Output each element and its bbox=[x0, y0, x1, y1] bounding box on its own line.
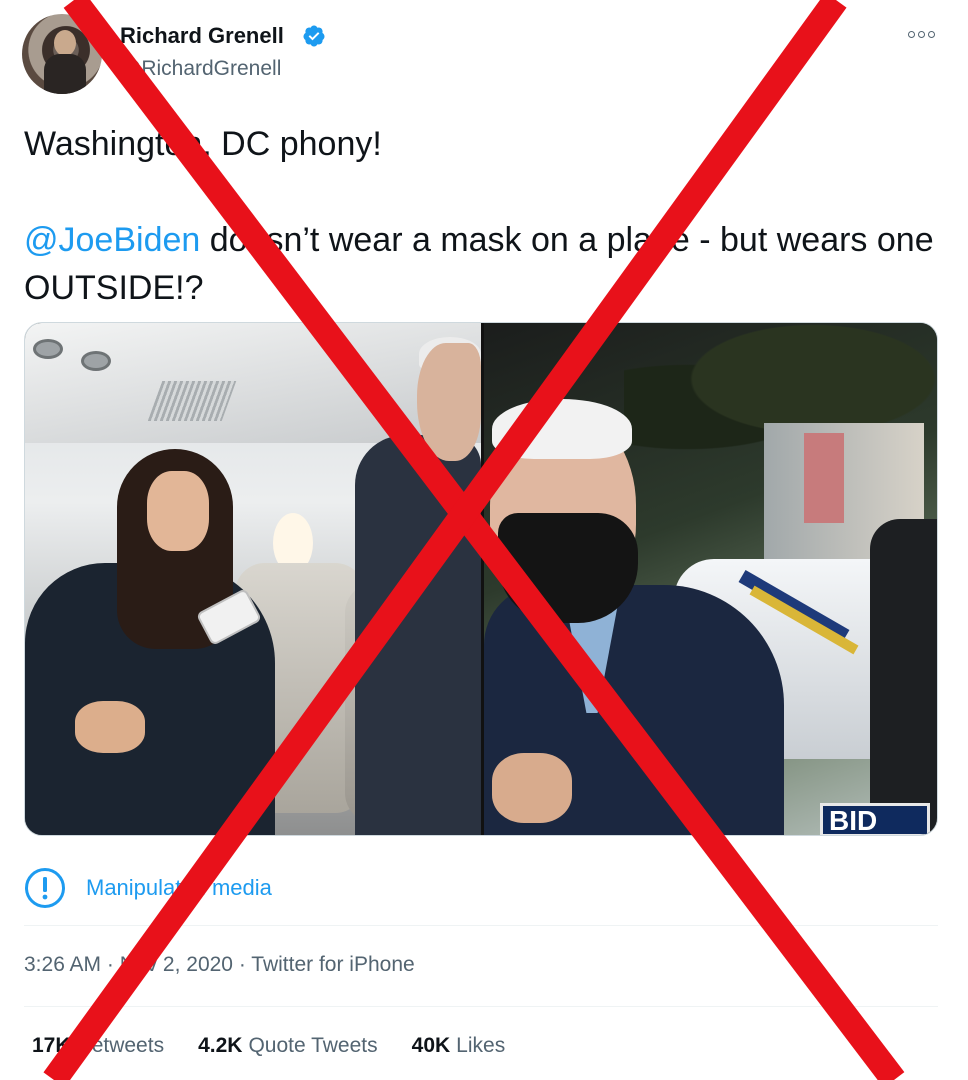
tweet-meta: 3:26 AM · Nov 2, 2020 · Twitter for iPho… bbox=[24, 953, 415, 977]
tweet-line-2: @JoeBiden doesn’t wear a mask on a plane… bbox=[24, 216, 944, 312]
author-handle[interactable]: @RichardGrenell bbox=[120, 57, 281, 81]
verified-badge-icon bbox=[303, 25, 325, 47]
divider bbox=[24, 925, 938, 926]
tweet-time[interactable]: 3:26 AM bbox=[24, 953, 101, 976]
tweet-line-1: Washington, DC phony! bbox=[24, 125, 382, 163]
stat-likes[interactable]: 40K Likes bbox=[412, 1034, 506, 1058]
stat-value: 17K bbox=[32, 1034, 71, 1057]
stat-quote-tweets[interactable]: 4.2K Quote Tweets bbox=[198, 1034, 378, 1058]
avatar[interactable] bbox=[22, 14, 102, 94]
info-circle-icon bbox=[25, 868, 65, 908]
author-name[interactable]: Richard Grenell bbox=[120, 23, 284, 49]
bid-sign: BID bbox=[820, 803, 930, 835]
mention-link[interactable]: @JoeBiden bbox=[24, 221, 200, 259]
tweet-date[interactable]: Nov 2, 2020 bbox=[120, 953, 233, 976]
meta-separator: · bbox=[101, 953, 120, 976]
meta-separator: · bbox=[232, 953, 252, 976]
stat-value: 40K bbox=[411, 1034, 451, 1057]
manipulated-media-label[interactable]: Manipulated media bbox=[24, 866, 272, 910]
tweet-media: BID bbox=[24, 322, 938, 836]
photo-outside[interactable]: BID bbox=[484, 323, 937, 835]
stat-retweets[interactable]: 17K Retweets bbox=[32, 1034, 164, 1058]
more-options-icon[interactable] bbox=[908, 24, 938, 44]
tweet-source[interactable]: Twitter for iPhone bbox=[251, 953, 414, 976]
stat-label: Retweets bbox=[76, 1034, 165, 1057]
tweet-stats: 17K Retweets 4.2K Quote Tweets 40K Likes bbox=[32, 1034, 505, 1058]
stat-label: Likes bbox=[456, 1034, 506, 1057]
manipulated-media-text[interactable]: Manipulated media bbox=[86, 875, 272, 901]
tweet: Richard Grenell @RichardGrenell Washingt… bbox=[0, 0, 968, 1080]
divider bbox=[24, 1006, 938, 1007]
tweet-text: Washington, DC phony! @JoeBiden doesn’t … bbox=[24, 120, 944, 312]
stat-value: 4.2K bbox=[198, 1034, 243, 1057]
stat-label: Quote Tweets bbox=[248, 1034, 378, 1057]
photo-plane[interactable] bbox=[25, 323, 481, 835]
